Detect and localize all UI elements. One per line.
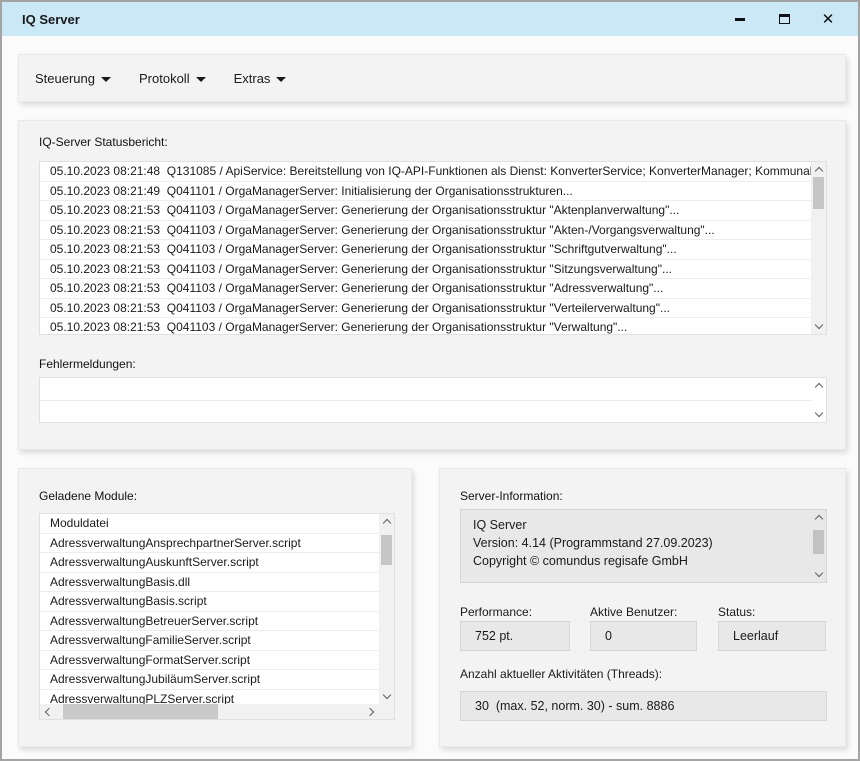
scroll-down-button[interactable]: [811, 567, 826, 582]
performance-label: Performance:: [460, 605, 532, 619]
modules-label: Geladene Module:: [39, 489, 137, 503]
scroll-down-icon: [814, 569, 822, 577]
scroll-right-button[interactable]: [364, 704, 379, 719]
column-header[interactable]: Moduldatei: [40, 514, 379, 534]
scroll-up-icon: [814, 383, 822, 391]
list-item[interactable]: 05.10.2023 08:21:53 Q041103 / OrgaManage…: [40, 201, 811, 221]
modules-panel: Geladene Module: Moduldatei Adressverwal…: [18, 468, 412, 747]
server-info-label: Server-Information:: [460, 489, 563, 503]
scroll-up-icon: [814, 167, 822, 175]
vertical-scrollbar[interactable]: [379, 514, 394, 704]
close-icon: ✕: [822, 12, 835, 27]
maximize-icon: [779, 14, 790, 24]
scroll-down-button[interactable]: [811, 319, 826, 334]
close-button[interactable]: ✕: [806, 2, 850, 36]
server-info-box: IQ Server Version: 4.14 (Programmstand 2…: [460, 509, 827, 583]
list-item[interactable]: 05.10.2023 08:21:48 Q131085 / ApiService…: [40, 162, 811, 182]
minimize-button[interactable]: [718, 2, 762, 36]
list-item[interactable]: AdressverwaltungBetreuerServer.script: [40, 612, 379, 632]
menu-bar: Steuerung Protokoll Extras: [18, 54, 846, 102]
vertical-scrollbar[interactable]: [811, 510, 826, 582]
errors-label: Fehlermeldungen:: [39, 357, 136, 371]
scroll-up-button[interactable]: [811, 510, 826, 525]
menu-protokoll-label: Protokoll: [139, 71, 190, 86]
scroll-up-icon: [814, 515, 822, 523]
scrollbar-corner: [379, 704, 394, 719]
active-users-label: Aktive Benutzer:: [590, 605, 677, 619]
status-value: Leerlauf: [718, 621, 826, 651]
scroll-right-icon: [366, 707, 374, 715]
menu-protokoll[interactable]: Protokoll: [139, 71, 206, 86]
minimize-icon: [735, 18, 745, 21]
titlebar[interactable]: IQ Server ✕: [2, 2, 858, 36]
status-report-label: IQ-Server Statusbericht:: [39, 135, 168, 149]
list-item[interactable]: 05.10.2023 08:21:49 Q041101 / OrgaManage…: [40, 182, 811, 202]
menu-extras-label: Extras: [234, 71, 271, 86]
dropdown-arrow-icon: [101, 77, 111, 82]
server-info-panel: Server-Information: IQ Server Version: 4…: [439, 468, 846, 747]
scrollbar-thumb[interactable]: [381, 535, 392, 565]
performance-value: 752 pt.: [460, 621, 570, 651]
scrollbar-thumb[interactable]: [63, 704, 218, 719]
vertical-scrollbar[interactable]: [811, 162, 826, 334]
modules-list: Moduldatei AdressverwaltungAnsprechpartn…: [39, 513, 395, 720]
list-item[interactable]: AdressverwaltungJubiläumServer.script: [40, 670, 379, 690]
maximize-button[interactable]: [762, 2, 806, 36]
active-users-value: 0: [590, 621, 697, 651]
menu-extras[interactable]: Extras: [234, 71, 287, 86]
list-item[interactable]: 05.10.2023 08:21:53 Q041103 / OrgaManage…: [40, 318, 811, 334]
window-title: IQ Server: [2, 12, 80, 27]
list-item[interactable]: AdressverwaltungAuskunftServer.script: [40, 553, 379, 573]
scroll-up-button[interactable]: [811, 378, 826, 393]
list-item[interactable]: 05.10.2023 08:21:53 Q041103 / OrgaManage…: [40, 299, 811, 319]
errors-list: [39, 377, 827, 423]
list-item: [40, 378, 811, 401]
scrollbar-thumb[interactable]: [813, 530, 824, 554]
list-item[interactable]: AdressverwaltungFormatServer.script: [40, 651, 379, 671]
menu-steuerung[interactable]: Steuerung: [35, 71, 111, 86]
threads-label: Anzahl aktueller Aktivitäten (Threads):: [460, 667, 662, 681]
list-item[interactable]: AdressverwaltungPLZServer.script: [40, 690, 379, 705]
vertical-scrollbar[interactable]: [811, 378, 826, 422]
list-item[interactable]: 05.10.2023 08:21:53 Q041103 / OrgaManage…: [40, 240, 811, 260]
list-item[interactable]: AdressverwaltungBasis.script: [40, 592, 379, 612]
threads-value: 30 (max. 52, norm. 30) - sum. 8886: [460, 691, 827, 721]
scroll-down-button[interactable]: [811, 407, 826, 422]
dropdown-arrow-icon: [196, 77, 206, 82]
scroll-down-icon: [382, 691, 390, 699]
scrollbar-thumb[interactable]: [813, 177, 824, 209]
status-label: Status:: [718, 605, 755, 619]
scroll-up-icon: [382, 519, 390, 527]
dropdown-arrow-icon: [276, 77, 286, 82]
scroll-down-icon: [814, 321, 822, 329]
app-window: IQ Server ✕ Steuerung Protokoll Extras I…: [0, 0, 860, 761]
list-item[interactable]: 05.10.2023 08:21:53 Q041103 / OrgaManage…: [40, 279, 811, 299]
scroll-down-icon: [814, 409, 822, 417]
status-report-panel: IQ-Server Statusbericht: 05.10.2023 08:2…: [18, 120, 846, 450]
server-info-text: IQ Server Version: 4.14 (Programmstand 2…: [473, 516, 806, 570]
window-controls: ✕: [718, 2, 858, 36]
list-item[interactable]: 05.10.2023 08:21:53 Q041103 / OrgaManage…: [40, 260, 811, 280]
status-report-list: 05.10.2023 08:21:48 Q131085 / ApiService…: [39, 161, 827, 335]
scroll-up-button[interactable]: [379, 514, 394, 529]
list-item[interactable]: 05.10.2023 08:21:53 Q041103 / OrgaManage…: [40, 221, 811, 241]
list-item[interactable]: AdressverwaltungFamilieServer.script: [40, 631, 379, 651]
scroll-up-button[interactable]: [811, 162, 826, 177]
horizontal-scrollbar[interactable]: [40, 704, 379, 719]
menu-steuerung-label: Steuerung: [35, 71, 95, 86]
errors-rows: [40, 378, 811, 422]
scroll-left-icon: [45, 707, 53, 715]
list-item[interactable]: AdressverwaltungBasis.dll: [40, 573, 379, 593]
list-item[interactable]: AdressverwaltungAnsprechpartnerServer.sc…: [40, 534, 379, 554]
scroll-down-button[interactable]: [379, 689, 394, 704]
modules-rows: Moduldatei AdressverwaltungAnsprechpartn…: [40, 514, 379, 704]
status-report-rows: 05.10.2023 08:21:48 Q131085 / ApiService…: [40, 162, 811, 334]
scroll-left-button[interactable]: [40, 704, 55, 719]
